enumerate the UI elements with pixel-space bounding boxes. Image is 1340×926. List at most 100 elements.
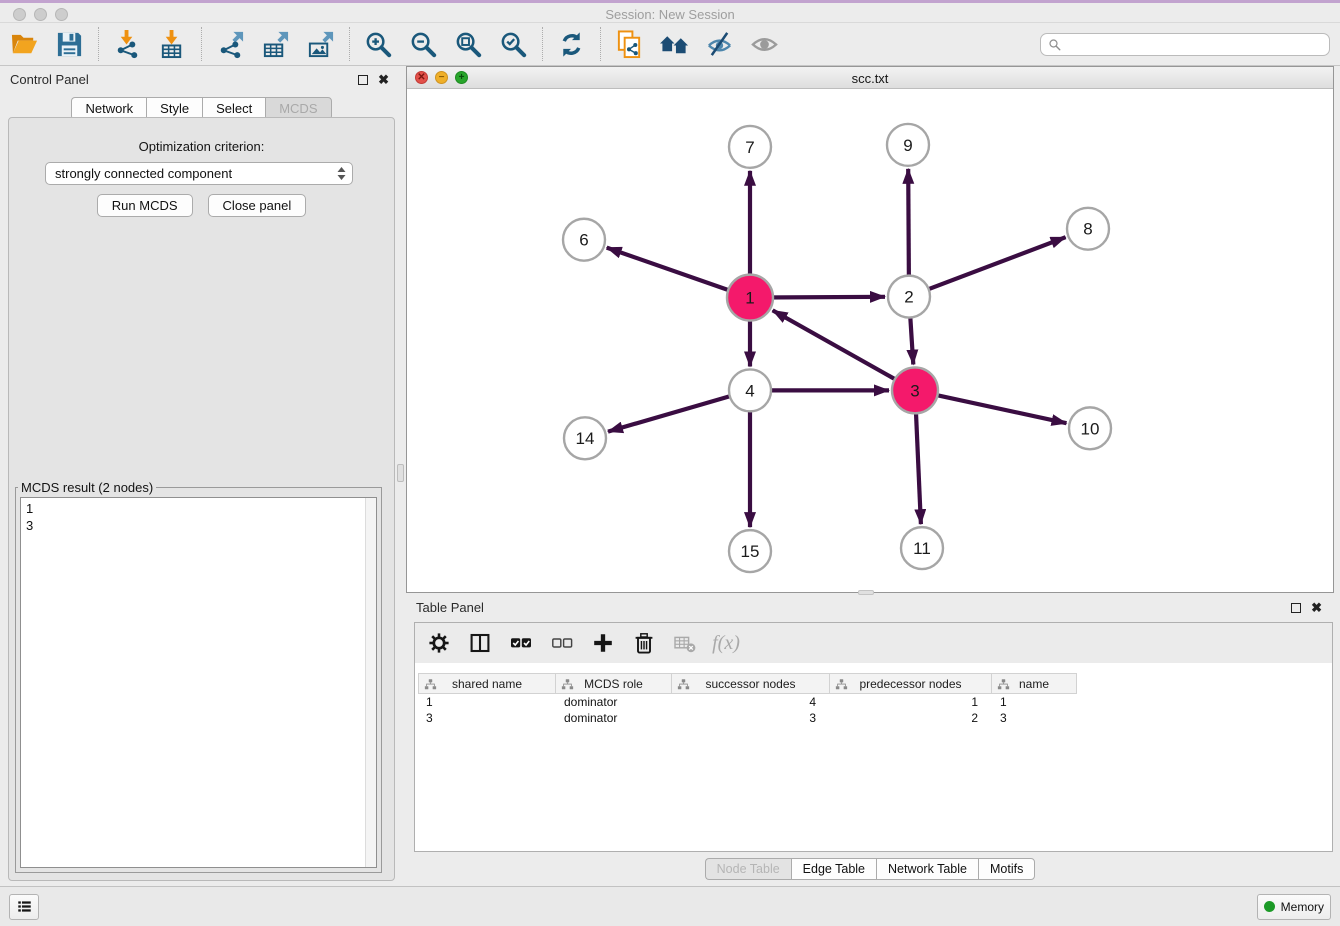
select-all-rows-icon[interactable] xyxy=(509,631,533,655)
network-window-title: scc.txt xyxy=(407,71,1333,86)
close-panel-button[interactable]: Close panel xyxy=(208,194,307,217)
control-panel: Control Panel ✖ NetworkStyleSelectMCDS O… xyxy=(0,66,403,886)
network-canvas[interactable]: 7 9 6 8 1 2 4 3 14 10 15 11 xyxy=(407,89,1333,592)
node-label: 9 xyxy=(903,136,912,155)
zoom-selected-icon[interactable] xyxy=(499,30,528,59)
node-6[interactable]: 6 xyxy=(563,219,605,261)
cell-name[interactable]: 1 xyxy=(992,694,1077,710)
export-image-icon[interactable] xyxy=(306,30,335,59)
column-header-mcds-role[interactable]: MCDS role xyxy=(556,673,672,694)
node-label: 8 xyxy=(1083,220,1092,239)
node-14[interactable]: 14 xyxy=(564,417,606,459)
optimization-criterion-select[interactable]: strongly connected component xyxy=(45,162,353,185)
node-2[interactable]: 2 xyxy=(888,276,930,318)
node-1[interactable]: 1 xyxy=(727,275,773,321)
node-10[interactable]: 10 xyxy=(1069,407,1111,449)
column-header-predecessor-nodes[interactable]: predecessor nodes xyxy=(830,673,992,694)
task-list-icon xyxy=(16,898,33,915)
node-15[interactable]: 15 xyxy=(729,530,771,572)
memory-button[interactable]: Memory xyxy=(1257,894,1331,920)
column-header-successor-nodes[interactable]: successor nodes xyxy=(672,673,830,694)
show-all-icon xyxy=(750,30,779,59)
refresh-layout-icon[interactable] xyxy=(557,30,586,59)
table-row[interactable]: 1dominator411 xyxy=(418,694,1332,710)
edge-2-8[interactable] xyxy=(909,237,1066,296)
add-column-icon[interactable] xyxy=(591,631,615,655)
selected-criterion-value: strongly connected component xyxy=(55,166,335,181)
tab-node-table[interactable]: Node Table xyxy=(705,858,791,880)
cell-predecessor-nodes[interactable]: 2 xyxy=(830,710,992,726)
network-window-titlebar[interactable]: ✕ − + scc.txt xyxy=(407,67,1333,89)
cell-name[interactable]: 3 xyxy=(992,710,1077,726)
split-panel-icon[interactable] xyxy=(468,631,492,655)
tab-edge-table[interactable]: Edge Table xyxy=(791,858,876,880)
cell-shared-name[interactable]: 1 xyxy=(418,694,556,710)
column-header-name[interactable]: name xyxy=(992,673,1077,694)
import-network-icon[interactable] xyxy=(113,30,142,59)
status-bar: Memory xyxy=(0,886,1340,926)
vertical-divider-grip[interactable] xyxy=(397,464,404,482)
hide-selected-icon[interactable] xyxy=(705,30,734,59)
cell-mcds-role[interactable]: dominator xyxy=(556,710,672,726)
toolbar-separator xyxy=(98,27,99,61)
toolbar-separator xyxy=(600,27,601,61)
node-8[interactable]: 8 xyxy=(1067,208,1109,250)
open-session-icon[interactable] xyxy=(10,30,39,59)
first-neighbors-icon[interactable] xyxy=(660,30,689,59)
node-label: 1 xyxy=(745,289,754,308)
mcds-result-text[interactable]: 13 xyxy=(20,497,377,868)
column-label: shared name xyxy=(452,677,522,691)
tab-network-table[interactable]: Network Table xyxy=(876,858,978,880)
mcds-result-line: 3 xyxy=(26,517,371,534)
zoom-in-icon[interactable] xyxy=(364,30,393,59)
node-11[interactable]: 11 xyxy=(901,527,943,569)
node-label: 15 xyxy=(741,542,760,561)
zoom-fit-icon[interactable] xyxy=(454,30,483,59)
node-4[interactable]: 4 xyxy=(729,369,771,411)
function-builder-icon: f(x) xyxy=(714,631,738,655)
tab-motifs[interactable]: Motifs xyxy=(978,858,1035,880)
node-label: 11 xyxy=(913,539,931,558)
column-header-shared-name[interactable]: shared name xyxy=(418,673,556,694)
mcds-result-title: MCDS result (2 nodes) xyxy=(18,480,156,495)
network-graph[interactable]: 7 9 6 8 1 2 4 3 14 10 15 11 xyxy=(407,89,1333,592)
cell-shared-name[interactable]: 3 xyxy=(418,710,556,726)
deselect-all-rows-icon[interactable] xyxy=(550,631,574,655)
node-7[interactable]: 7 xyxy=(729,126,771,168)
toolbar-separator xyxy=(542,27,543,61)
zoom-out-icon[interactable] xyxy=(409,30,438,59)
task-history-button[interactable] xyxy=(9,894,39,920)
copy-network-icon[interactable] xyxy=(615,30,644,59)
cell-successor-nodes[interactable]: 4 xyxy=(672,694,830,710)
delete-rows-icon[interactable] xyxy=(632,631,656,655)
export-table-icon[interactable] xyxy=(261,30,290,59)
network-view-window: ✕ − + scc.txt 7 9 6 8 1 2 4 3 14 10 15 11 xyxy=(406,66,1334,593)
cell-successor-nodes[interactable]: 3 xyxy=(672,710,830,726)
save-session-icon[interactable] xyxy=(55,30,84,59)
control-panel-title: Control Panel xyxy=(10,72,89,87)
node-label: 6 xyxy=(579,231,588,250)
result-scrollbar[interactable] xyxy=(365,498,376,867)
run-mcds-button[interactable]: Run MCDS xyxy=(97,194,193,217)
cell-mcds-role[interactable]: dominator xyxy=(556,694,672,710)
cell-predecessor-nodes[interactable]: 1 xyxy=(830,694,992,710)
search-input[interactable] xyxy=(1062,37,1323,51)
table-settings-icon[interactable] xyxy=(427,631,451,655)
export-network-icon[interactable] xyxy=(216,30,245,59)
close-panel-icon[interactable]: ✖ xyxy=(378,75,389,85)
table-panel-tabs: Node TableEdge TableNetwork TableMotifs xyxy=(406,858,1334,880)
float-panel-icon[interactable] xyxy=(358,75,368,85)
edge-3-1[interactable] xyxy=(773,310,915,390)
close-table-panel-icon[interactable]: ✖ xyxy=(1311,603,1322,613)
node-3[interactable]: 3 xyxy=(892,367,938,413)
column-label: predecessor nodes xyxy=(859,677,961,691)
import-table-icon[interactable] xyxy=(158,30,187,59)
column-label: name xyxy=(1019,677,1049,691)
float-table-panel-icon[interactable] xyxy=(1291,603,1301,613)
search-field[interactable] xyxy=(1040,33,1330,56)
node-label: 2 xyxy=(904,288,913,307)
table-row[interactable]: 3dominator323 xyxy=(418,710,1332,726)
node-9[interactable]: 9 xyxy=(887,124,929,166)
optimization-criterion-label: Optimization criterion: xyxy=(9,139,394,154)
table-column-headers: shared name MCDS rolesuccessor nodes prede… xyxy=(418,673,1332,694)
